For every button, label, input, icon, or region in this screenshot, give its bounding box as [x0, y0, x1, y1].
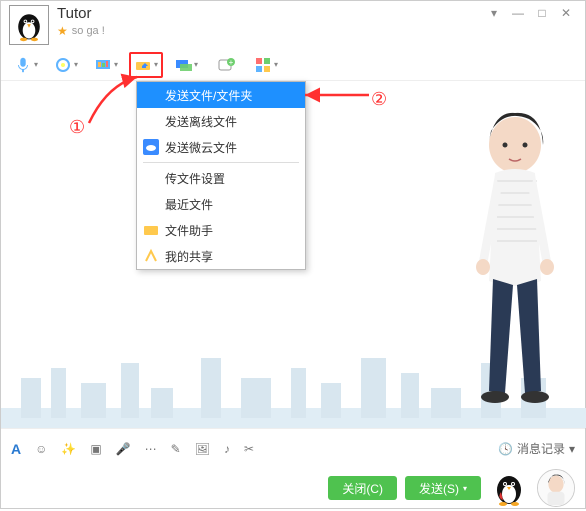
- screenshot-button[interactable]: ▣: [90, 442, 101, 456]
- menu-label: 文件助手: [165, 222, 213, 239]
- send-button[interactable]: 发送(S) ▾: [405, 476, 481, 500]
- video-call-button[interactable]: ▾: [49, 52, 83, 78]
- voice-message-button[interactable]: 🎤: [116, 442, 131, 456]
- favorite-star-icon: ★: [57, 24, 68, 38]
- maximize-button[interactable]: □: [531, 5, 553, 21]
- window-controls: ▾ — □ ✕: [483, 5, 577, 21]
- window-options-button[interactable]: ▾: [483, 5, 505, 21]
- menu-label: 最近文件: [165, 196, 213, 213]
- share-icon: [143, 248, 159, 264]
- status-line: ★ so ga !: [57, 24, 105, 38]
- menu-send-offline-file[interactable]: 发送离线文件: [137, 108, 305, 134]
- menu-send-weiyun-file[interactable]: 发送微云文件: [137, 134, 305, 160]
- chat-window: Tutor ★ so ga ! ▾ — □ ✕ ▾ ▾ ▾ ▾: [0, 0, 586, 509]
- scissors-button[interactable]: ✂: [244, 442, 254, 456]
- remote-desktop-button[interactable]: ▾: [169, 52, 203, 78]
- menu-separator: [143, 162, 299, 163]
- music-button[interactable]: ♪: [224, 442, 230, 456]
- chevron-down-icon: ▾: [569, 442, 575, 456]
- history-label: 消息记录: [517, 440, 565, 457]
- menu-label: 发送离线文件: [165, 113, 237, 130]
- qq-mascot-icon[interactable]: [489, 468, 529, 508]
- minimize-button[interactable]: —: [507, 5, 529, 21]
- contact-name: Tutor: [57, 5, 105, 22]
- status-text: so ga !: [72, 25, 105, 37]
- menu-send-file[interactable]: 发送文件/文件夹: [137, 82, 305, 108]
- chevron-down-icon: ▾: [74, 60, 78, 69]
- contact-avatar[interactable]: [9, 5, 49, 45]
- history-button[interactable]: 🕓 消息记录 ▾: [498, 440, 575, 457]
- font-button[interactable]: A: [11, 441, 21, 457]
- send-label: 发送(S): [419, 480, 459, 497]
- file-dropdown-menu: 发送文件/文件夹 发送离线文件 发送微云文件 传文件设置 最近文件 文件助手: [136, 81, 306, 270]
- toolbar: ▾ ▾ ▾ ▾ ▾ + ▾: [1, 49, 585, 81]
- screen-share-button[interactable]: ▾: [89, 52, 123, 78]
- annotation-one: ①: [69, 117, 85, 138]
- menu-label: 发送微云文件: [165, 139, 237, 156]
- editor-toolbar: A ☺ ✨ ▣ 🎤 ⋯ ✎ 🖼 ♪ ✂ 🕓 消息记录 ▾: [1, 428, 585, 468]
- menu-recent-files[interactable]: 最近文件: [137, 191, 305, 217]
- cloud-icon: [143, 139, 159, 155]
- emoji-button[interactable]: ☺: [35, 442, 47, 456]
- create-group-button[interactable]: +: [209, 52, 243, 78]
- contact-avatar-figure: [455, 101, 575, 411]
- title-bar: Tutor ★ so ga ! ▾ — □ ✕: [1, 1, 585, 49]
- menu-file-assistant[interactable]: 文件助手: [137, 217, 305, 243]
- folder-icon: [143, 222, 159, 238]
- close-chat-button[interactable]: 关闭(C): [328, 476, 397, 500]
- menu-label: 发送文件/文件夹: [165, 87, 252, 104]
- close-button[interactable]: ✕: [555, 5, 577, 21]
- voice-call-button[interactable]: ▾: [9, 52, 43, 78]
- chevron-down-icon: ▾: [194, 60, 198, 69]
- chevron-down-icon: ▾: [114, 60, 118, 69]
- annotation-arrow-two: [301, 87, 371, 107]
- chevron-down-icon: ▾: [34, 60, 38, 69]
- chevron-down-icon: ▾: [274, 60, 278, 69]
- bottom-bar: 关闭(C) 发送(S) ▾: [1, 468, 585, 508]
- menu-label: 我的共享: [165, 248, 213, 265]
- svg-text:+: +: [229, 58, 234, 67]
- self-avatar[interactable]: [537, 469, 575, 507]
- menu-label: 传文件设置: [165, 170, 225, 187]
- apps-button[interactable]: ▾: [249, 52, 283, 78]
- title-block: Tutor ★ so ga !: [57, 5, 105, 38]
- close-label: 关闭(C): [342, 480, 383, 497]
- chat-content: 发送文件/文件夹 发送离线文件 发送微云文件 传文件设置 最近文件 文件助手: [1, 81, 585, 428]
- gif-button[interactable]: ✨: [61, 442, 76, 456]
- menu-file-settings[interactable]: 传文件设置: [137, 165, 305, 191]
- chevron-down-icon: ▾: [154, 60, 158, 69]
- annotation-two: ②: [371, 89, 387, 110]
- clock-icon: 🕓: [498, 442, 513, 456]
- menu-my-share[interactable]: 我的共享: [137, 243, 305, 269]
- send-file-button[interactable]: ▾: [129, 52, 163, 78]
- more-button[interactable]: ⋯: [145, 442, 157, 456]
- edit-button[interactable]: ✎: [171, 442, 181, 456]
- chevron-down-icon: ▾: [463, 484, 467, 493]
- image-button[interactable]: 🖼: [195, 442, 210, 456]
